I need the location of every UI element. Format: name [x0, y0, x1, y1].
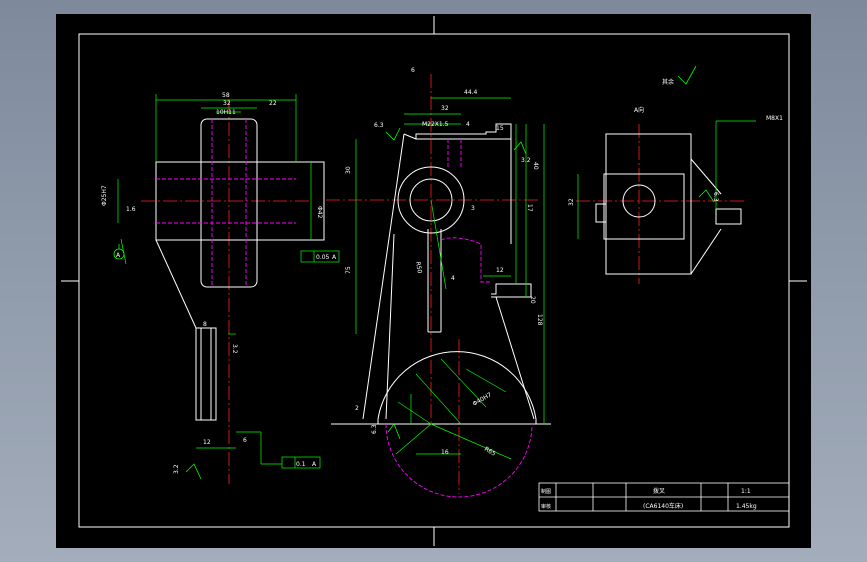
dim-side-h40: 40: [532, 162, 539, 170]
dim-right-thread: M8X1: [766, 115, 783, 122]
cad-viewport[interactable]: 58 32 22 10H11 Φ25H7 Φ42 1.6 0.05 A A 8 …: [0, 0, 867, 562]
centerlines: [141, 74, 746, 494]
roughness-front-bottom: 3.2: [173, 464, 180, 474]
side-view-hatch: [397, 358, 507, 425]
dim-front-top-width: 58: [222, 92, 230, 99]
dim-side-h30: 30: [345, 166, 352, 174]
side-view: [331, 123, 551, 425]
dim-front-slot-width: 8: [203, 321, 207, 328]
dim-side-thread: M22X1.5: [422, 121, 449, 128]
title-block-row1: 制图: [541, 488, 551, 495]
dim-side-r50: R50: [414, 261, 423, 274]
dim-right-height: 32: [568, 198, 575, 206]
gdt-front-ref: A: [332, 254, 337, 261]
dim-front-left-dia: Φ25H7: [101, 185, 108, 206]
dim-side-top-label: 6: [411, 67, 415, 74]
roughness-front-left: 1.6: [126, 206, 136, 213]
dim-side-4: 4: [451, 275, 455, 282]
general-roughness-label: 其余: [662, 78, 674, 86]
dim-front-slot-depth: 3.2: [231, 344, 238, 354]
dim-side-h75: 75: [345, 266, 352, 274]
side-view-hidden: [385, 139, 533, 498]
title-block-machine: (CA6140车床): [643, 502, 683, 510]
right-view: [595, 133, 742, 275]
roughness-right: 6.3: [712, 192, 719, 202]
roughness-side-top: 6.3: [374, 122, 384, 129]
gdt-bottom-ref: A: [312, 461, 317, 468]
right-view-title: A向: [634, 106, 644, 114]
datum-a-label: A: [116, 252, 121, 259]
dim-side-top-width: 44.4: [464, 89, 478, 96]
dim-front-right-offset: 22: [269, 100, 277, 107]
drawing-sheet[interactable]: 58 32 22 10H11 Φ25H7 Φ42 1.6 0.05 A A 8 …: [56, 14, 811, 548]
dim-side-w12: 12: [496, 267, 504, 274]
dim-side-mid-3: 3: [471, 205, 475, 212]
dim-side-32: 32: [441, 105, 449, 112]
marker-side-left: 2: [355, 405, 359, 412]
dim-front-bore: 10H11: [216, 109, 236, 116]
dim-side-h17: 17: [526, 204, 533, 212]
title-block-scale: 1:1: [741, 488, 751, 495]
dim-side-angle: Φ40H7: [472, 391, 494, 407]
front-view: [155, 118, 325, 421]
title-block-row2: 审核: [541, 503, 551, 510]
front-view-hidden: [156, 119, 296, 287]
roughness-side-bottom: 6.3: [371, 424, 378, 434]
title-block-weight: 1.45kg: [736, 503, 757, 510]
dim-front-right-dia: Φ42: [316, 206, 323, 219]
dim-front-bottom-right: 6: [243, 437, 247, 444]
dim-side-thread-4: 4: [466, 121, 470, 128]
dimension-lines: [117, 94, 756, 469]
dim-side-15: 15: [496, 125, 504, 132]
dim-side-20: 20: [529, 296, 536, 304]
drawing-canvas: 58 32 22 10H11 Φ25H7 Φ42 1.6 0.05 A A 8 …: [61, 16, 807, 546]
gdt-front-value: 0.05: [316, 254, 330, 261]
dim-side-r65: R65: [483, 446, 497, 458]
dim-front-bottom-left: 12: [203, 439, 211, 446]
dim-side-h128: 128: [536, 314, 543, 326]
title-block-part-name: 拨叉: [653, 487, 665, 495]
gdt-bottom-value: 0.1: [296, 461, 306, 468]
roughness-side-right: 3.2: [521, 157, 531, 164]
roughness-symbols: [185, 65, 715, 480]
dim-front-inner-width: 32: [223, 100, 231, 107]
dim-side-bottom-16: 16: [441, 449, 449, 456]
